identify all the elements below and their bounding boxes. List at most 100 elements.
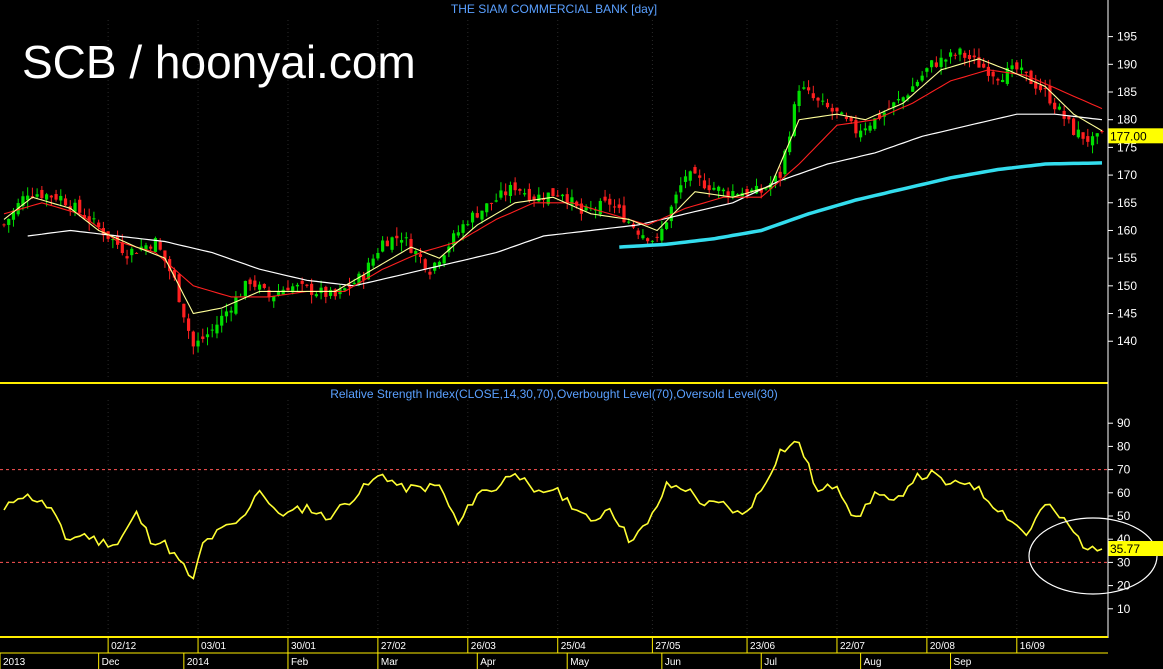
candle-body [1057, 106, 1062, 110]
candle-body [622, 205, 626, 223]
candle-body [683, 176, 688, 182]
candle-body [489, 202, 494, 204]
candle-body [778, 171, 782, 178]
candle-body [480, 210, 484, 220]
candle-body [1076, 129, 1080, 138]
candle-body [698, 175, 702, 178]
date-label: 25/04 [561, 641, 586, 652]
candle-body [996, 78, 1000, 81]
candle-body [660, 228, 664, 241]
candle-body [816, 97, 820, 101]
candle-body [537, 194, 541, 202]
last-rsi-marker: 35.77 [1108, 541, 1163, 557]
candle-body [693, 167, 697, 174]
watermark-text: SCB / hoonyai.com [22, 36, 416, 88]
candle-body [229, 310, 233, 313]
candle-body [376, 252, 380, 259]
candle-body [395, 235, 399, 239]
period-label: Jun [665, 657, 681, 668]
last-price-marker: 177.00 [1108, 128, 1163, 144]
candle-body [1086, 136, 1090, 142]
candle-body [1081, 132, 1085, 139]
candle-body [191, 331, 195, 347]
candle-body [149, 246, 153, 249]
period-label: May [570, 657, 589, 668]
candle-body [627, 221, 631, 223]
candle-body [664, 222, 669, 229]
candle-body [314, 294, 318, 297]
candle-body [1053, 102, 1057, 110]
candle-body [59, 195, 63, 201]
candle-body [381, 240, 385, 252]
candle-body [1067, 116, 1071, 120]
rsi-chart-title: Relative Strength Index(CLOSE,14,30,70),… [330, 387, 778, 401]
candle-body [835, 107, 839, 112]
candle-body [717, 186, 721, 191]
date-label: 27/02 [381, 641, 406, 652]
candle-body [986, 66, 991, 76]
date-label: 23/06 [750, 641, 775, 652]
candle-body [608, 198, 612, 205]
candle-body [499, 190, 503, 198]
rsi-tick-label: 90 [1117, 416, 1131, 430]
candle-body [617, 204, 621, 208]
candle-body [612, 206, 617, 208]
price-tick-label: 160 [1117, 223, 1137, 237]
candle-body [1019, 67, 1024, 71]
candle-body [35, 194, 39, 197]
candle-body [646, 238, 650, 242]
candle-body [1090, 136, 1095, 146]
candle-body [702, 180, 707, 189]
candle-body [565, 194, 569, 203]
candle-body [508, 184, 513, 196]
candle-body [44, 194, 49, 200]
candle-body [655, 236, 659, 238]
price-tick-label: 165 [1117, 196, 1137, 210]
price-tick-label: 155 [1117, 251, 1137, 265]
candle-body [953, 54, 957, 56]
candle-body [92, 218, 96, 220]
candle-body [300, 280, 304, 284]
candle-body [215, 324, 219, 334]
candle-body [688, 171, 692, 181]
candle-body [948, 52, 953, 57]
candle-body [286, 287, 290, 291]
candle-body [726, 191, 730, 197]
date-label: 02/12 [111, 641, 136, 652]
candle-body [343, 288, 347, 291]
candle-body [1010, 65, 1014, 70]
candle-body [390, 237, 394, 250]
candle-body [234, 297, 238, 314]
candle-body [385, 240, 389, 247]
date-label: 16/09 [1020, 641, 1045, 652]
candle-body [859, 130, 863, 138]
candle-body [220, 315, 224, 326]
candle-body [54, 194, 58, 200]
candle-body [49, 195, 53, 198]
period-label: Mar [381, 657, 399, 668]
candle-body [712, 187, 716, 190]
candle-body [811, 93, 815, 99]
candle-body [920, 75, 924, 81]
candle-body [196, 340, 200, 347]
rsi-tick-label: 80 [1117, 439, 1131, 453]
period-label: Apr [480, 657, 496, 668]
period-label: 2013 [3, 657, 26, 668]
candle-body [958, 48, 962, 55]
candle-body [868, 125, 872, 131]
candle-body [679, 185, 683, 193]
candle-body [844, 116, 849, 119]
candle-body [840, 112, 844, 115]
candle-body [901, 97, 905, 102]
candle-body [243, 280, 247, 297]
candle-body [182, 303, 186, 318]
candle-body [967, 55, 972, 60]
price-tick-label: 190 [1117, 57, 1137, 71]
period-label: Dec [102, 657, 120, 668]
candle-body [1038, 85, 1043, 91]
candle-body [650, 240, 654, 242]
candle-body [272, 296, 276, 302]
candle-body [560, 194, 565, 197]
candle-body [134, 252, 139, 254]
candle-body [806, 87, 811, 91]
